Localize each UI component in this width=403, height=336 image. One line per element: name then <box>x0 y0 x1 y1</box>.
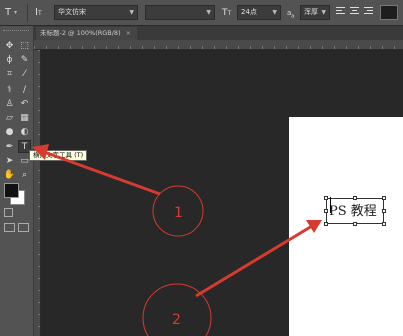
tutorial-annotations: 1 2 <box>32 144 322 336</box>
annotation-label-1: 1 <box>174 205 183 221</box>
annotation-label-2: 2 <box>172 312 181 328</box>
annotation-arrow-2 <box>195 220 322 298</box>
annotation-arrow-1 <box>32 144 161 196</box>
